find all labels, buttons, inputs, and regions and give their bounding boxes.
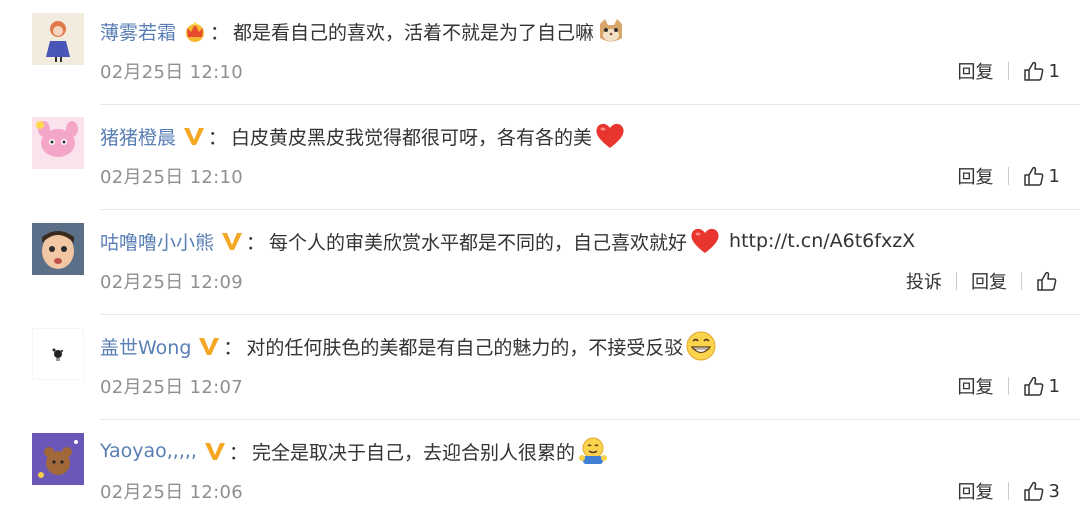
- comment-headline: 猪猪橙晨 ： 白皮黄皮黑皮我觉得都很可呀，各有各的美: [100, 119, 626, 153]
- red-heart-emoji-icon: [689, 226, 721, 256]
- comment-time: 02月25日 12:10: [100, 167, 244, 188]
- like-button[interactable]: [1036, 270, 1058, 292]
- username[interactable]: 咕噜噜小小熊: [100, 228, 214, 255]
- cat-face-emoji-icon: [596, 16, 626, 46]
- colon: ：: [210, 21, 230, 44]
- divider: [1007, 167, 1009, 185]
- thumbs-up-icon: [1023, 376, 1043, 396]
- report-button[interactable]: 投诉: [906, 268, 942, 294]
- colon: ：: [208, 126, 228, 149]
- like-count: 1: [1048, 165, 1060, 187]
- reply-button[interactable]: 回复: [958, 58, 994, 84]
- username[interactable]: 薄雾若霜: [100, 18, 176, 45]
- divider: [1007, 377, 1009, 395]
- comment-actions: 投诉 回复: [906, 266, 1058, 296]
- thumbs-up-icon: [1023, 61, 1043, 81]
- comment-text: 每个人的审美欣赏水平都是不同的，自己喜欢就好: [269, 231, 688, 254]
- username[interactable]: Yaoyao,,,,,: [100, 440, 197, 462]
- red-heart-emoji-icon: [594, 121, 626, 151]
- like-button[interactable]: 1: [1023, 375, 1060, 397]
- comment-item: 薄雾若霜 ： 都是看自己的喜欢，活着不就是为了自己嘛 02月25日 12:10 …: [0, 0, 1080, 105]
- comment-time: 02月25日 12:10: [100, 62, 244, 83]
- reply-button[interactable]: 回复: [958, 373, 994, 399]
- avatar[interactable]: [32, 223, 84, 275]
- comment-text: 对的任何肤色的美都是有自己的魅力的，不接受反驳: [246, 336, 684, 359]
- avatar[interactable]: [32, 13, 84, 65]
- divider: [1007, 482, 1009, 500]
- reply-button[interactable]: 回复: [958, 163, 994, 189]
- comment-item: 盖世Wong ： 对的任何肤色的美都是有自己的魅力的，不接受反驳 02月25日 …: [0, 315, 1080, 420]
- comment-text: 都是看自己的喜欢，活着不就是为了自己嘛: [233, 21, 595, 44]
- divider: [1021, 272, 1022, 290]
- comment-item: Yaoyao,,,,, ： 完全是取决于自己，去迎合别人很累的 02月25日 1…: [0, 420, 1080, 507]
- divider: [1007, 62, 1009, 80]
- like-count: 3: [1048, 480, 1060, 502]
- comment-headline: 盖世Wong ： 对的任何肤色的美都是有自己的魅力的，不接受反驳: [100, 329, 717, 363]
- reply-button[interactable]: 回复: [971, 268, 1007, 294]
- short-link[interactable]: http://t.cn/A6t6fxzX: [729, 230, 915, 252]
- comment-actions: 回复 1: [958, 161, 1060, 191]
- v-badge-icon[interactable]: [220, 230, 244, 252]
- colon: ：: [228, 441, 248, 464]
- comment-headline: 咕噜噜小小熊 ： 每个人的审美欣赏水平都是不同的，自己喜欢就好 http://t…: [100, 224, 915, 258]
- v-badge-icon[interactable]: [203, 440, 227, 462]
- comment-actions: 回复 3: [958, 476, 1060, 506]
- hug-face-emoji-icon: [577, 436, 609, 466]
- thumbs-up-icon: [1023, 166, 1043, 186]
- comment-actions: 回复 1: [958, 56, 1060, 86]
- comment-headline: Yaoyao,,,,, ： 完全是取决于自己，去迎合别人很累的: [100, 434, 609, 468]
- username[interactable]: 盖世Wong: [100, 333, 191, 360]
- avatar[interactable]: [32, 433, 84, 485]
- v-badge-icon[interactable]: [197, 335, 221, 357]
- username[interactable]: 猪猪橙晨: [100, 123, 176, 150]
- like-button[interactable]: 1: [1023, 165, 1060, 187]
- divider: [956, 272, 957, 290]
- like-button[interactable]: 1: [1023, 60, 1060, 82]
- like-button[interactable]: 3: [1023, 480, 1060, 502]
- crown-icon[interactable]: [182, 20, 208, 42]
- comment-time: 02月25日 12:07: [100, 377, 244, 398]
- grin-face-emoji-icon: [685, 330, 717, 362]
- colon: ：: [246, 231, 266, 254]
- v-badge-icon[interactable]: [182, 125, 206, 147]
- thumbs-up-icon: [1023, 481, 1043, 501]
- comment-item: 咕噜噜小小熊 ： 每个人的审美欣赏水平都是不同的，自己喜欢就好 http://t…: [0, 210, 1080, 315]
- reply-button[interactable]: 回复: [958, 478, 994, 504]
- comment-item: 猪猪橙晨 ： 白皮黄皮黑皮我觉得都很可呀，各有各的美 02月25日 12:10 …: [0, 105, 1080, 210]
- like-count: 1: [1048, 60, 1060, 82]
- comment-time: 02月25日 12:06: [100, 482, 244, 503]
- comment-text: 完全是取决于自己，去迎合别人很累的: [251, 441, 575, 464]
- thumbs-up-icon: [1037, 271, 1057, 291]
- comment-headline: 薄雾若霜 ： 都是看自己的喜欢，活着不就是为了自己嘛: [100, 14, 626, 48]
- like-count: 1: [1048, 375, 1060, 397]
- colon: ：: [223, 336, 243, 359]
- avatar[interactable]: [32, 117, 84, 169]
- avatar[interactable]: [32, 328, 84, 380]
- comment-time: 02月25日 12:09: [100, 272, 244, 293]
- comment-text: 白皮黄皮黑皮我觉得都很可呀，各有各的美: [231, 126, 593, 149]
- comment-actions: 回复 1: [958, 371, 1060, 401]
